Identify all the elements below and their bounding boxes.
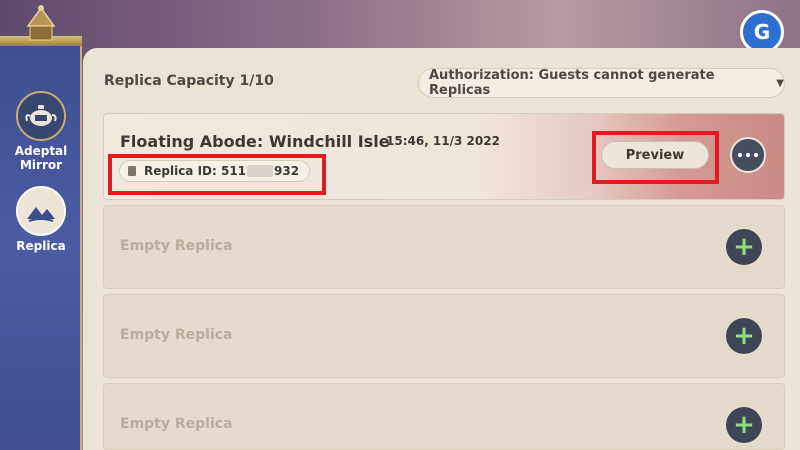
replica-slot-filled: Floating Abode: Windchill Isle 15:46, 11… [103,113,785,200]
replica-id-suffix: 932 [274,164,300,178]
replica-id-prefix: Replica ID: 511 [144,164,247,178]
add-replica-button[interactable]: + [726,407,762,443]
authorization-label: Authorization: Guests cannot generate Re… [429,68,715,98]
plus-icon: + [733,410,755,440]
replica-id-badge: Replica ID: 511 932 [119,160,311,182]
sidebar-item-replica[interactable]: Replica [0,186,82,253]
plus-icon: + [733,232,755,262]
replica-panel: Replica Capacity 1/10 Authorization: Gue… [83,48,800,450]
more-options-button[interactable] [730,137,766,173]
sidebar: Adeptal Mirror Replica [0,5,82,450]
add-replica-button[interactable]: + [726,229,762,265]
redacted-block [247,165,274,177]
sidebar-item-label: Replica [16,239,66,253]
sidebar-item-adeptal-mirror[interactable]: Adeptal Mirror [0,91,82,172]
empty-replica-label: Empty Replica [120,327,233,343]
sidebar-ornament-icon [26,5,56,41]
replica-capacity: Replica Capacity 1/10 [104,73,274,89]
replica-icon [16,186,66,236]
preview-button[interactable]: Preview [601,141,709,169]
ellipsis-icon [738,153,742,157]
empty-replica-label: Empty Replica [120,416,233,432]
empty-replica-label: Empty Replica [120,238,233,254]
replica-title: Floating Abode: Windchill Isle [120,132,390,151]
add-replica-button[interactable]: + [726,318,762,354]
sidebar-item-label: Adeptal Mirror [14,144,68,172]
replica-timestamp: 15:46, 11/3 2022 [386,134,500,148]
authorization-dropdown[interactable]: Authorization: Guests cannot generate Re… [418,68,785,98]
replica-slot-empty: Empty Replica + [103,205,785,289]
plus-icon: + [733,321,755,351]
replica-slot-empty: Empty Replica + [103,294,785,378]
teapot-icon [16,91,66,141]
caret-down-icon: ▼ [776,77,784,89]
document-icon [128,166,136,176]
replica-slot-empty: Empty Replica + [103,383,785,450]
